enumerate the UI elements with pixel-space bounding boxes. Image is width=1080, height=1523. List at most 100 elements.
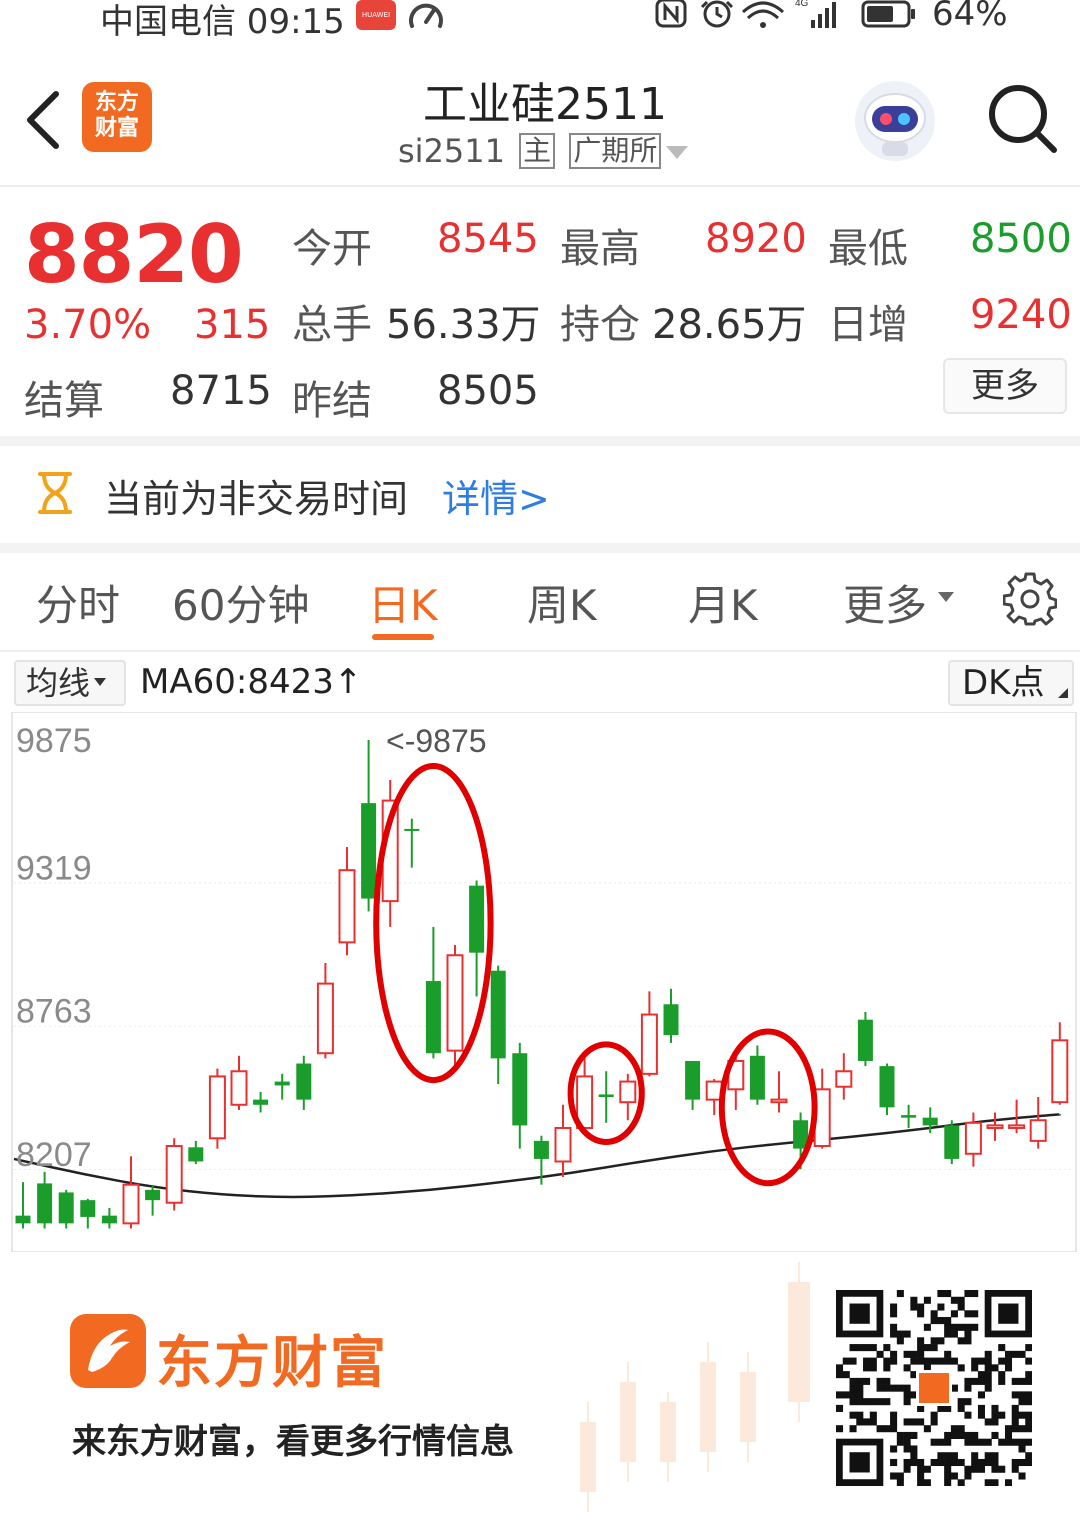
candle-body-up — [1008, 1124, 1026, 1129]
app-logo-line1: 东方 — [94, 90, 139, 115]
alarm-icon — [700, 0, 734, 28]
high-value: 8920 — [705, 216, 807, 262]
candle-body-down — [80, 1200, 96, 1217]
qr-code — [836, 1290, 1032, 1486]
corner-triangle-icon — [1058, 688, 1068, 698]
footer-app-logo — [70, 1314, 146, 1388]
status-bar: 中国电信 09:15 HUAWEI 4G 64% — [0, 0, 1080, 42]
open-value: 8545 — [437, 216, 539, 262]
contract-code: si2511 — [398, 132, 505, 170]
section-divider — [0, 543, 1080, 553]
last-price: 8820 — [24, 208, 244, 301]
candle-body-down — [944, 1125, 960, 1159]
chevron-down-icon[interactable] — [938, 592, 954, 602]
logo-mark-icon — [88, 1329, 130, 1372]
candle-body-down — [58, 1192, 74, 1224]
max-price-marker: <-9875 — [386, 723, 487, 759]
candle-body-down — [404, 828, 420, 831]
change-amount: 315 — [194, 302, 271, 348]
candle-body-down — [188, 1147, 204, 1162]
candle-body-up — [770, 1098, 788, 1104]
non-trading-notice: 当前为非交易时间 — [104, 477, 409, 521]
battery-percent: 64% — [932, 0, 1008, 34]
candle-body-down — [469, 885, 485, 953]
candle — [446, 944, 464, 1067]
candle-body-down — [663, 1004, 679, 1036]
battery-icon — [861, 0, 915, 28]
gear-icon[interactable] — [1003, 572, 1057, 626]
candle-body-down — [145, 1189, 161, 1201]
main-contract-tag: 主 — [519, 133, 556, 169]
candle-body-up — [122, 1183, 140, 1225]
candle-body-down — [490, 970, 506, 1059]
candle — [944, 1120, 960, 1165]
footer-brand: 东方财富 — [156, 1331, 388, 1396]
section-divider — [0, 436, 1080, 446]
candle-body-down — [901, 1115, 917, 1118]
y-tick-label: 9875 — [16, 722, 92, 760]
candle — [58, 1189, 74, 1229]
ma60-readout: MA60:8423↑ — [140, 662, 363, 702]
notice-details-link[interactable]: 详情> — [442, 468, 550, 523]
tab-more[interactable]: 更多 — [843, 572, 927, 633]
footer-slogan: 来东方财富，看更多行情信息 — [72, 1422, 514, 1462]
candle-body-down — [857, 1019, 873, 1061]
candle-body-up — [986, 1124, 1004, 1129]
candle-body-up — [230, 1070, 248, 1106]
header-divider — [0, 185, 1080, 187]
low-label: 最低 — [828, 226, 908, 272]
prev-settlement-value: 8505 — [437, 368, 539, 414]
candle-body-up — [964, 1121, 982, 1155]
candle-body-down — [512, 1053, 528, 1126]
candle-body-down — [425, 981, 441, 1054]
robot-assistant-icon[interactable] — [852, 78, 938, 164]
contract-selector[interactable]: si2511 主 广期所 — [398, 132, 662, 170]
app-logo[interactable]: 东方 财富 — [82, 82, 152, 152]
back-icon[interactable] — [22, 88, 66, 152]
nfc-icon — [655, 0, 687, 28]
candle — [857, 1011, 873, 1067]
open-label: 今开 — [292, 226, 372, 272]
candle-body-down — [922, 1117, 938, 1126]
app-logo-line2: 财富 — [94, 116, 139, 141]
open-interest-label: 持仓 — [560, 302, 640, 348]
candle-body-up — [446, 954, 464, 1052]
prev-settlement-label: 昨结 — [292, 378, 372, 424]
tab-weekly-k[interactable]: 周K — [527, 572, 597, 633]
tab-daily-k[interactable]: 日K — [368, 572, 438, 633]
candle-body-down — [879, 1066, 895, 1108]
search-icon[interactable] — [986, 82, 1058, 154]
indicator-select[interactable]: 均线 — [14, 660, 126, 706]
chevron-down-icon[interactable] — [666, 146, 688, 159]
candle-body-up — [1051, 1039, 1069, 1104]
high-label: 最高 — [560, 226, 640, 272]
exchange-tag: 广期所 — [569, 133, 662, 169]
indicator-select-label: 均线 — [26, 664, 91, 702]
candle-body-up — [316, 982, 334, 1055]
tab-60min[interactable]: 60分钟 — [172, 572, 309, 633]
y-tick-label: 8763 — [16, 993, 92, 1031]
dk-point-button[interactable]: DK点 — [948, 660, 1074, 706]
tab-monthly-k[interactable]: 月K — [688, 572, 758, 633]
candle-body-down — [37, 1183, 53, 1224]
candlestick-chart[interactable]: 9875 9319 8763 8207 <-9875 — [0, 712, 1080, 1257]
daily-increase-label: 日增 — [828, 302, 908, 348]
candle-body-down — [533, 1140, 549, 1159]
wifi-icon — [741, 1, 785, 28]
y-tick-label: 8207 — [16, 1136, 92, 1174]
candle-body-up — [619, 1080, 637, 1104]
y-tick-label: 9319 — [16, 849, 92, 887]
candle-body-up — [165, 1145, 183, 1204]
candle-body-down — [598, 1094, 614, 1098]
status-icons: 4G — [655, 0, 915, 28]
signal-icon: 4G — [795, 0, 836, 28]
change-percent: 3.70% — [24, 302, 152, 348]
huawei-appgallery-icon: HUAWEI — [356, 0, 396, 30]
speed-icon — [409, 3, 443, 28]
tab-intraday[interactable]: 分时 — [36, 572, 120, 633]
active-tab-indicator — [372, 634, 434, 640]
svg-text:4G: 4G — [795, 0, 809, 9]
settlement-label: 结算 — [24, 378, 104, 424]
candle-body-up — [208, 1075, 226, 1140]
more-quote-button[interactable]: 更多 — [943, 358, 1067, 414]
